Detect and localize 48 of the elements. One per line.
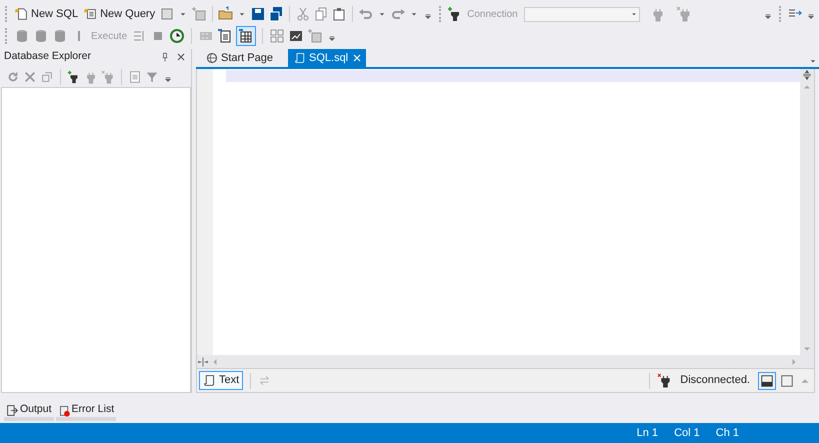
swap-icon[interactable]: [258, 374, 272, 387]
connection-label: Connection: [467, 8, 518, 22]
folder-icon[interactable]: [218, 6, 234, 22]
script-icon: [203, 374, 216, 387]
split-icon[interactable]: [801, 69, 813, 81]
database-icon[interactable]: [52, 28, 68, 44]
database-icon[interactable]: [33, 28, 49, 44]
redo-icon[interactable]: [390, 6, 406, 22]
bottom-pane-icon[interactable]: [760, 374, 774, 388]
new-document-icon: [15, 7, 29, 21]
grid-icon[interactable]: [238, 28, 254, 44]
status-text: Col 1: [674, 426, 700, 441]
pane-icon[interactable]: [780, 374, 794, 388]
disconnected-icon: [657, 373, 672, 388]
new-query-icon: [84, 7, 98, 21]
copy-icon[interactable]: [313, 6, 330, 22]
save-all-icon[interactable]: [268, 6, 284, 22]
globe-icon: [206, 52, 218, 64]
close-icon[interactable]: [351, 52, 364, 64]
document-icon[interactable]: [217, 28, 234, 44]
history-icon[interactable]: [169, 28, 186, 44]
save-icon[interactable]: [250, 6, 266, 22]
chart-icon[interactable]: [288, 28, 304, 44]
panel-title: Database Explorer: [4, 49, 92, 64]
output-icon: [6, 404, 19, 416]
disconnect-icon[interactable]: [101, 70, 115, 84]
document-tab[interactable]: Start Page: [200, 49, 286, 67]
error-list-icon: [58, 404, 71, 416]
connection-status: Disconnected.: [679, 373, 751, 388]
toolbar-button[interactable]: New SQL: [13, 4, 80, 24]
status-text: Ch 1: [716, 426, 739, 441]
document-tab[interactable]: SQL.sql: [288, 49, 366, 67]
refresh-icon[interactable]: [6, 70, 20, 84]
new-document-icon[interactable]: [191, 6, 208, 22]
cut-icon[interactable]: [295, 6, 312, 22]
database-icon[interactable]: [14, 28, 30, 44]
text-view-button[interactable]: Text: [199, 371, 244, 390]
close-icon[interactable]: [175, 51, 187, 63]
paste-icon[interactable]: [331, 6, 348, 22]
split-icon[interactable]: [197, 356, 209, 368]
disconnect-icon[interactable]: [676, 6, 692, 22]
status-text: Ln 1: [636, 426, 658, 441]
undo-icon[interactable]: [358, 6, 374, 22]
toolbar-button[interactable]: New Query: [82, 4, 158, 24]
script-icon: [294, 52, 306, 64]
collapse-icon[interactable]: [40, 70, 54, 84]
filter-icon[interactable]: [145, 70, 159, 84]
vertical-scrollbar[interactable]: [800, 69, 814, 355]
